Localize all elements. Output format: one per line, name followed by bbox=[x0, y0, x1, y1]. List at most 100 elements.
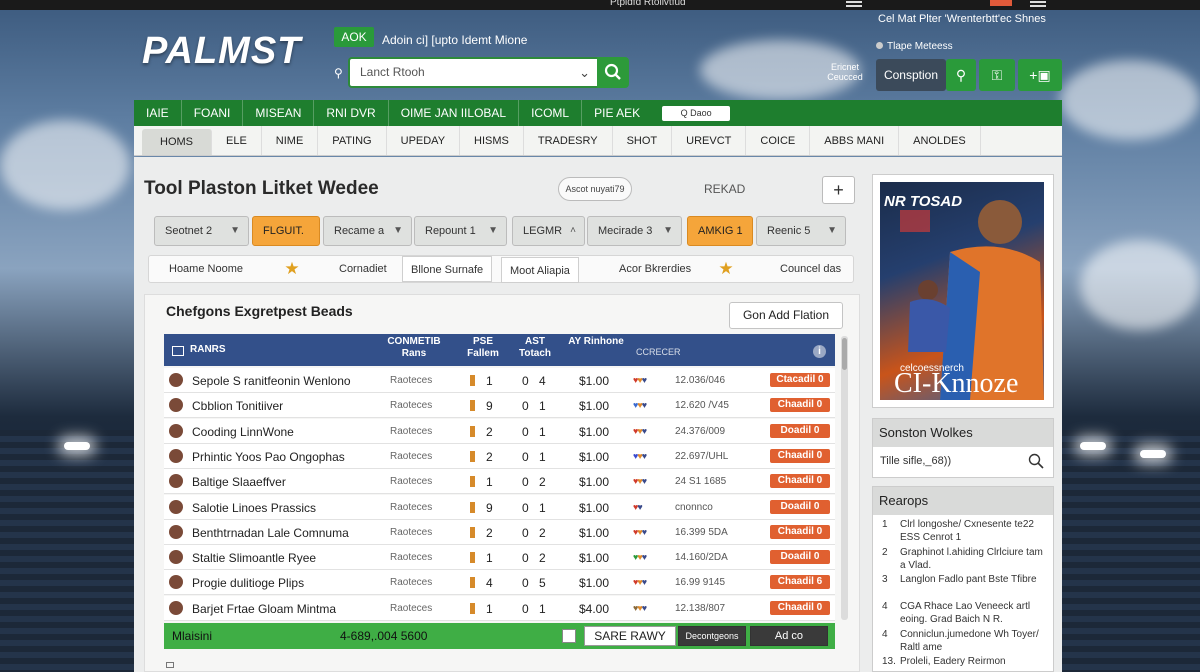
row-action-button[interactable]: Chaadil 0 bbox=[770, 474, 830, 489]
side-list-item[interactable]: 1 Clrl longoshe/ Cxnesente te22 ESS Cenro… bbox=[882, 518, 1050, 544]
filter-dropdown[interactable]: Mecirade 3 ▼ bbox=[587, 216, 682, 246]
tab[interactable]: ABBS MANI bbox=[810, 126, 900, 155]
row-action-button[interactable]: Doadil 0 bbox=[770, 550, 830, 565]
side-list-item[interactable]: 2 Graphinot l.ahiding Clrlciure tam a Vla… bbox=[882, 546, 1050, 572]
footer-checkbox[interactable] bbox=[562, 629, 576, 643]
row-name[interactable]: Cbblion Tonitiiver bbox=[192, 399, 283, 413]
quick-link[interactable]: Hoame Noome bbox=[169, 256, 243, 282]
row-name[interactable]: Salotie Linoes Prassics bbox=[192, 501, 316, 515]
row-action-button[interactable]: Ctacadil 0 bbox=[770, 373, 830, 387]
site-logo[interactable]: PALMST bbox=[142, 30, 301, 73]
scrollbar[interactable] bbox=[841, 336, 848, 620]
row-name[interactable]: Sepole S ranitfeonin Wenlono bbox=[192, 374, 351, 388]
side-list-item[interactable]: 13. Proleli, Eadery Reirmon bbox=[882, 655, 1050, 668]
quick-link[interactable]: Moot Aliapia bbox=[501, 257, 579, 283]
status-pill[interactable]: Ascot nuyati79 bbox=[558, 177, 632, 201]
row-name[interactable]: Cooding LinnWone bbox=[192, 425, 294, 439]
filter-dropdown[interactable]: LEGMR ˄ bbox=[512, 216, 585, 246]
row-action-button[interactable]: Doadil 0 bbox=[770, 499, 830, 514]
table-row[interactable]: Cooding LinnWone Raoteces 2 0 1 $1.00 ♥♥♥ 24.37… bbox=[164, 418, 835, 444]
nav-item[interactable]: MISEAN bbox=[243, 100, 315, 126]
filter-dropdown[interactable]: Repount 1 ▼ bbox=[414, 216, 507, 246]
row-action-button[interactable]: Chaadil 0 bbox=[770, 398, 830, 413]
scrollbar-thumb[interactable] bbox=[842, 338, 847, 370]
info-icon[interactable]: i bbox=[813, 345, 826, 358]
side-search-input[interactable]: Tille sifle,_68)) bbox=[876, 450, 1048, 474]
row-action-button[interactable]: Chaadil 0 bbox=[770, 600, 830, 615]
row-action-button[interactable]: Doadil 0 bbox=[770, 423, 830, 438]
column-header[interactable]: PSE Fallem bbox=[460, 336, 506, 360]
search-input[interactable]: Lanct Rtooh ⌄ bbox=[348, 57, 598, 88]
table-row[interactable]: Salotie Linoes Prassics Raoteces 9 0 1 $1.00 ♥… bbox=[164, 494, 835, 520]
column-header[interactable]: RANRS bbox=[190, 344, 226, 356]
filter-dropdown[interactable]: Recame a ▼ bbox=[323, 216, 412, 246]
tab[interactable]: UREVCT bbox=[672, 126, 747, 155]
quick-link[interactable]: Bllone Surnafe bbox=[402, 256, 493, 282]
side-list-item[interactable]: 3 Langlon Fadlo pant Bste Tfibre bbox=[882, 573, 1050, 586]
row-name[interactable]: Staltie Slimoantle Ryee bbox=[192, 551, 316, 565]
quick-link[interactable]: Acor Bkrerdies bbox=[619, 256, 691, 282]
save-button[interactable]: SARE RAWY bbox=[584, 626, 676, 646]
chevron-down-icon[interactable]: ⌄ bbox=[579, 59, 590, 86]
add-button[interactable]: + bbox=[822, 176, 855, 204]
table-row[interactable]: Staltie Slimoantle Ryee Raoteces 1 0 2 $1.00 ♥… bbox=[164, 545, 835, 571]
table-row[interactable]: Prhintic Yoos Pao Ongophas Raoteces 2 0 1 $1.… bbox=[164, 443, 835, 469]
decontgeons-button[interactable]: Decontgeons bbox=[678, 626, 746, 646]
tab[interactable]: PATING bbox=[318, 126, 387, 155]
quick-link[interactable]: Cornadiet bbox=[339, 256, 387, 282]
column-header[interactable]: CONMETIB Rans bbox=[386, 336, 442, 360]
pin-icon-button[interactable]: ⚲ bbox=[946, 59, 976, 91]
row-action-button[interactable]: Chaadil 6 bbox=[770, 575, 830, 590]
star-icon[interactable]: ★ bbox=[716, 259, 736, 279]
filter-dropdown[interactable]: AMKIG 1 bbox=[687, 216, 753, 246]
tab[interactable]: COICE bbox=[746, 126, 811, 155]
select-all-icon[interactable] bbox=[172, 346, 184, 356]
tab-home[interactable]: HOMS bbox=[142, 129, 212, 155]
row-name[interactable]: Benthtrnadan Lale Comnuma bbox=[192, 526, 349, 540]
side-list-item[interactable]: 4 Conniclun.jumedone Wh Toyer/ Raltl ame bbox=[882, 628, 1050, 654]
add-screen-button[interactable]: +▣ bbox=[1018, 59, 1062, 91]
table-row[interactable]: Benthtrnadan Lale Comnuma Raoteces 2 0 2 $1.0… bbox=[164, 519, 835, 545]
row-name[interactable]: Baltige Slaaeffver bbox=[192, 475, 286, 489]
filter-dropdown[interactable]: FLGUIT. bbox=[252, 216, 320, 246]
nav-item[interactable]: FOANI bbox=[182, 100, 244, 126]
add-button-footer[interactable]: Ad co bbox=[750, 626, 828, 646]
nav-item[interactable]: OIME JAN IILOBAL bbox=[389, 100, 520, 126]
star-icon[interactable]: ★ bbox=[282, 259, 302, 279]
row-name[interactable]: Barjet Frtae Gloam Mintma bbox=[192, 602, 336, 616]
column-header[interactable]: AY Rinhone bbox=[568, 336, 624, 348]
search-button[interactable] bbox=[597, 57, 629, 88]
tab[interactable]: SHOT bbox=[613, 126, 673, 155]
table-row[interactable]: Sepole S ranitfeonin Wenlono Raoteces 1 0 4 $… bbox=[164, 368, 835, 393]
column-header[interactable]: CCRECER bbox=[636, 346, 681, 358]
row-name[interactable]: Progie dulitioge Plips bbox=[192, 576, 304, 590]
column-header[interactable]: AST Totach bbox=[514, 336, 556, 360]
side-list-item[interactable]: 4 CGA Rhace Lao Veneeck artl eoing. Grad … bbox=[882, 600, 1050, 626]
table-row[interactable]: Progie dulitioge Plips Raoteces 4 0 5 $1.00 ♥♥… bbox=[164, 570, 835, 596]
row-name[interactable]: Prhintic Yoos Pao Ongophas bbox=[192, 450, 345, 464]
table-row[interactable]: Baltige Slaaeffver Raoteces 1 0 2 $1.00 ♥♥♥ 24 … bbox=[164, 469, 835, 495]
tab[interactable]: ELE bbox=[212, 126, 262, 155]
filter-dropdown[interactable]: Reenic 5 ▼ bbox=[756, 216, 846, 246]
nav-mini-search[interactable]: Q Daoo bbox=[662, 105, 731, 121]
quick-link[interactable]: Councel das bbox=[780, 256, 841, 282]
nav-item[interactable]: RNI DVR bbox=[314, 100, 389, 126]
menu-icon[interactable] bbox=[846, 1, 862, 7]
row-action-button[interactable]: Chaadil 0 bbox=[770, 524, 830, 539]
key-icon-button[interactable]: ⚿ bbox=[979, 59, 1015, 91]
menu-icon[interactable] bbox=[1030, 1, 1046, 7]
tab[interactable]: ANOLDES bbox=[899, 126, 981, 155]
resize-icon[interactable] bbox=[166, 662, 174, 668]
tab[interactable]: TRADESRY bbox=[524, 126, 613, 155]
alert-icon[interactable] bbox=[990, 0, 1012, 6]
tab[interactable]: HISMS bbox=[460, 126, 524, 155]
nav-item[interactable]: ICOML bbox=[519, 100, 583, 126]
row-action-button[interactable]: Chaadil 0 bbox=[770, 448, 830, 463]
add-filter-button[interactable]: Gon Add Flation bbox=[729, 302, 843, 329]
table-row[interactable]: Cbblion Tonitiiver Raoteces 9 0 1 $1.00 ♥♥♥ 12.… bbox=[164, 393, 835, 419]
table-row[interactable]: Barjet Frtae Gloam Mintma Raoteces 1 0 1 $4.0… bbox=[164, 595, 835, 621]
filter-dropdown[interactable]: Seotnet 2 ▼ bbox=[154, 216, 249, 246]
reload-link[interactable]: REKAD bbox=[704, 182, 745, 196]
nav-item[interactable]: PIE AEK bbox=[582, 100, 652, 126]
tab[interactable]: NIME bbox=[262, 126, 319, 155]
